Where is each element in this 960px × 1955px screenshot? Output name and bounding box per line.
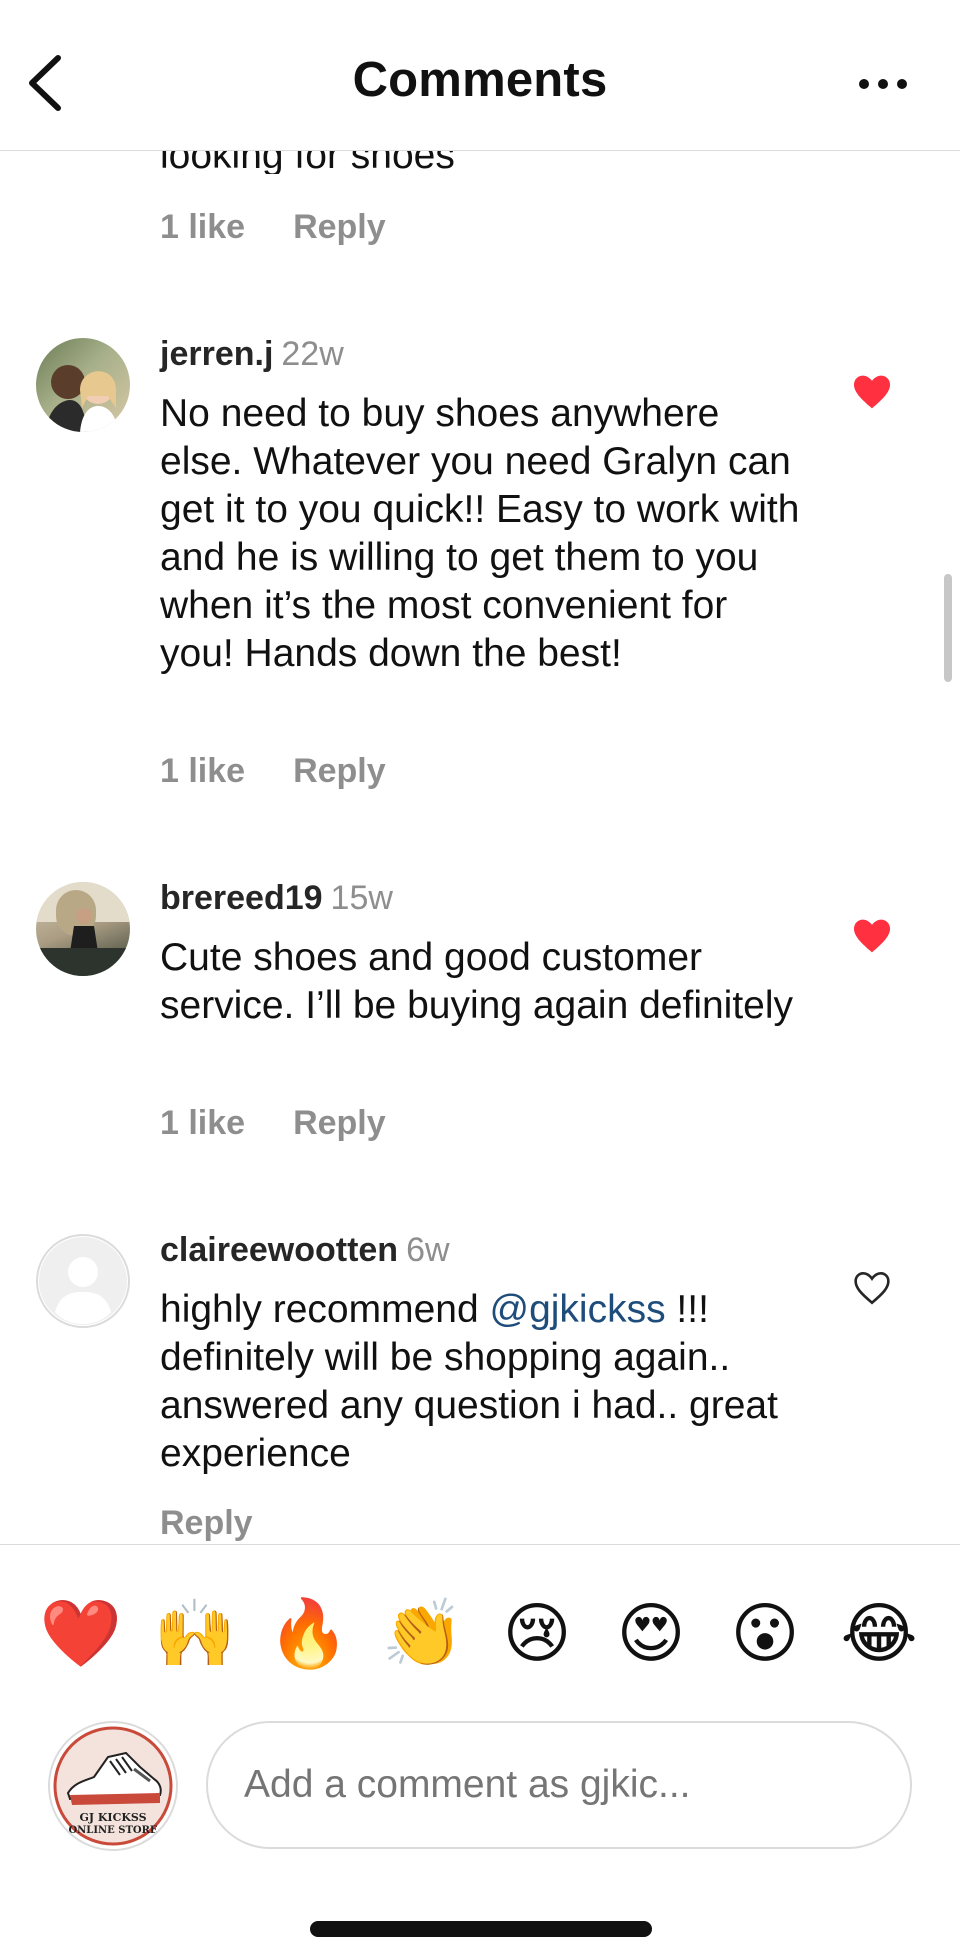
mention-link[interactable]: @gjkickss [489,1288,665,1331]
clapping-hands-emoji-icon[interactable]: 👏 [378,1591,468,1677]
reply-button[interactable]: Reply [293,208,386,246]
comment-text: highly recommend @gjkickss !!! definitel… [160,1286,800,1478]
comment-meta: brereed19 15w [160,878,393,918]
home-indicator [310,1921,652,1937]
heart-filled-icon[interactable] [852,918,892,954]
username[interactable]: jerren.j [160,335,273,373]
timestamp: 15w [330,879,393,917]
heart-outline-icon[interactable] [852,1270,892,1306]
scrollbar[interactable] [944,574,952,682]
likes-count[interactable]: 1 like [160,752,245,790]
comment-meta: jerren.j 22w [160,334,344,374]
avatar[interactable] [36,1234,130,1328]
heart-eyes-emoji-icon[interactable]: 😍 [606,1591,696,1677]
comment-actions: Reply [160,1504,301,1543]
heart-filled-icon[interactable] [852,374,892,410]
timestamp: 22w [281,335,344,373]
comment-text: Cute shoes and good customer service. I’… [160,936,794,1027]
likes-count[interactable]: 1 like [160,208,245,246]
timestamp: 6w [406,1231,450,1269]
comment-actions: 1 like Reply [160,208,434,247]
comment-composer: ❤️ 🙌 🔥 👏 😢 😍 😮 😂 GJ KICKSS ONLINE STORE [0,1544,960,1955]
page-title: Comments [352,53,608,107]
store-logo-text: ONLINE STORE [68,1825,157,1836]
store-logo-text: GJ KICKSS [79,1811,146,1824]
comment-meta: claireewootten 6w [160,1230,450,1270]
surprised-face-emoji-icon[interactable]: 😮 [720,1591,810,1677]
reply-button[interactable]: Reply [293,1104,386,1142]
reply-button[interactable]: Reply [160,1504,253,1542]
username[interactable]: claireewootten [160,1231,398,1269]
comments-feed[interactable]: looking for shoes 1 like Reply jerren.j 22… [0,0,960,1544]
comment-text: No need to buy shoes anywhere else. What… [160,392,800,675]
avatar[interactable] [36,882,130,976]
crying-face-emoji-icon[interactable]: 😢 [492,1591,582,1677]
user-avatar[interactable]: GJ KICKSS ONLINE STORE [48,1721,178,1851]
quick-reactions: ❤️ 🙌 🔥 👏 😢 😍 😮 😂 [0,1591,960,1677]
header-bar: Comments [0,0,960,151]
comment-actions: 1 like Reply [160,1104,434,1143]
comment-actions: 1 like Reply [160,752,434,791]
red-heart-emoji-icon[interactable]: ❤️ [36,1591,126,1677]
fire-emoji-icon[interactable]: 🔥 [264,1591,354,1677]
raising-hands-emoji-icon[interactable]: 🙌 [150,1591,240,1677]
laughing-face-emoji-icon[interactable]: 😂 [834,1591,924,1677]
comment-text-part: highly recommend [160,1288,490,1331]
reply-button[interactable]: Reply [293,752,386,790]
avatar[interactable] [36,338,130,432]
likes-count[interactable]: 1 like [160,1104,245,1142]
more-options-icon[interactable] [856,74,910,94]
username[interactable]: brereed19 [160,879,323,917]
store-logo-icon: GJ KICKSS ONLINE STORE [53,1726,173,1846]
comment-input[interactable] [206,1721,912,1849]
